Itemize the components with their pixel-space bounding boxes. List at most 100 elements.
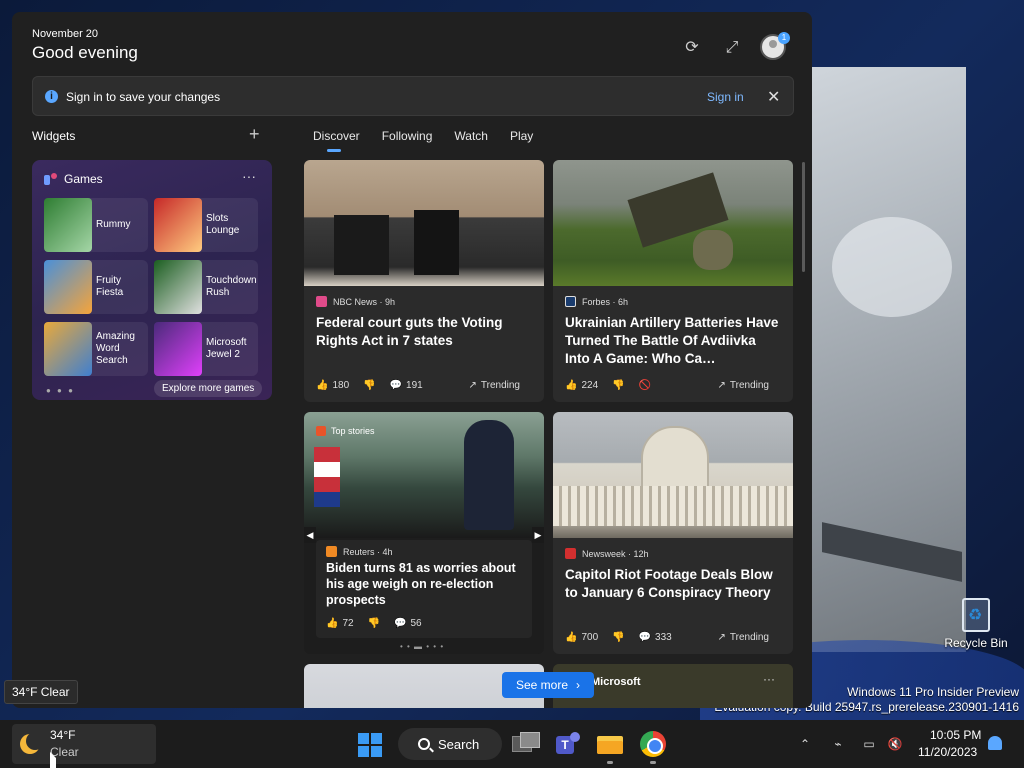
file-explorer-icon[interactable]: [594, 728, 626, 760]
more-options-icon[interactable]: ···: [763, 672, 775, 686]
recycle-bin-icon: [962, 598, 990, 632]
like-count: 180: [332, 380, 350, 391]
carousel-next-icon[interactable]: ▶: [532, 527, 544, 543]
see-more-label: See more: [515, 678, 569, 692]
tab-discover[interactable]: Discover: [313, 129, 360, 152]
carousel-dots: • • ▬ • • •: [400, 642, 445, 651]
search-label: Search: [438, 736, 480, 752]
weather-button[interactable]: 34°F Clear: [12, 724, 156, 768]
source-logo-icon: [316, 296, 327, 307]
windows-logo-icon: [371, 733, 382, 744]
news-actions: 👍 72 👎 💬 56: [326, 618, 526, 629]
like-button[interactable]: 👍 224: [565, 380, 598, 391]
running-indicator: [650, 761, 656, 764]
game-tile[interactable]: Amazing Word Search: [44, 322, 148, 376]
game-tile[interactable]: Microsoft Jewel 2: [154, 322, 258, 376]
comment-button[interactable]: 💬 56: [394, 618, 422, 629]
explore-games-button[interactable]: Explore more games: [154, 380, 263, 397]
trend-icon: ↗: [717, 632, 726, 643]
refresh-icon[interactable]: ⟳: [682, 38, 702, 58]
widgets-heading: Widgets: [32, 129, 76, 143]
game-name: Touchdown Rush: [206, 275, 257, 298]
clock-time[interactable]: 10:05 PM: [930, 728, 981, 742]
taskbar-search-button[interactable]: Search: [398, 728, 502, 760]
task-view-icon[interactable]: [510, 728, 542, 760]
comment-icon: 💬: [389, 380, 403, 391]
signin-banner: i Sign in to save your changes Sign in ✕: [32, 76, 794, 116]
news-card[interactable]: Forbes · 6h Ukrainian Artillery Batterie…: [553, 160, 793, 402]
see-more-button[interactable]: See more ›: [502, 672, 594, 698]
news-source: NBC News · 9h: [316, 296, 395, 307]
panel-date: November 20: [32, 28, 99, 40]
trending-label: Trending: [729, 632, 769, 643]
game-name: Fruity Fiesta: [96, 275, 124, 298]
source-logo-icon: [326, 546, 337, 557]
dislike-button[interactable]: 👎: [368, 618, 380, 629]
game-name: Amazing Word Search: [96, 331, 135, 366]
clock-date[interactable]: 11/20/2023: [918, 745, 977, 759]
dislike-button[interactable]: 👎: [612, 632, 624, 643]
desktop-wallpaper-photo: [812, 67, 966, 652]
source-label: Forbes · 6h: [582, 296, 629, 307]
news-headline: Ukrainian Artillery Batteries Have Turne…: [565, 315, 779, 366]
tab-following[interactable]: Following: [382, 129, 433, 143]
expand-icon[interactable]: ⤢: [722, 38, 742, 58]
comment-icon: 💬: [394, 618, 407, 629]
games-widget: Games ··· Rummy Slots Lounge Fruity Fies…: [32, 160, 272, 400]
comment-count: 191: [406, 380, 423, 391]
news-card[interactable]: NBC News · 9h Federal court guts the Vot…: [304, 160, 544, 402]
trending-badge: ↗ Trending: [718, 632, 770, 643]
tab-watch[interactable]: Watch: [454, 129, 488, 143]
weather-temperature: 34°F: [50, 728, 76, 742]
source-logo-icon: [565, 548, 576, 559]
signin-link[interactable]: Sign in: [707, 90, 744, 104]
add-widget-icon[interactable]: +: [249, 124, 260, 145]
panel-scrollbar[interactable]: [802, 162, 805, 272]
news-image: [304, 160, 544, 286]
trending-badge: ↗ Trending: [718, 380, 770, 391]
teams-icon[interactable]: [552, 728, 584, 760]
comment-count: 333: [655, 632, 672, 643]
moon-icon: [20, 732, 44, 754]
like-button[interactable]: 👍 180: [316, 380, 349, 391]
start-button[interactable]: [358, 733, 382, 757]
search-icon: [418, 738, 430, 750]
carousel-prev-icon[interactable]: ◀: [304, 527, 316, 543]
chevron-up-icon[interactable]: ⌃: [796, 735, 814, 753]
source-logo-icon: [565, 296, 576, 307]
display-icon[interactable]: ▭: [860, 735, 878, 753]
tab-play[interactable]: Play: [510, 129, 533, 143]
game-thumbnail: [44, 198, 92, 252]
thumbs-down-icon: 👎: [363, 380, 376, 391]
game-name: Microsoft Jewel 2: [206, 337, 247, 360]
comment-button[interactable]: 💬 191: [390, 380, 423, 391]
top-stories-label: Top stories: [316, 426, 375, 436]
like-count: 72: [342, 618, 354, 629]
dislike-button[interactable]: 👎: [363, 380, 375, 391]
game-tile[interactable]: Slots Lounge: [154, 198, 258, 252]
dislike-button[interactable]: 👎: [612, 380, 624, 391]
news-source: Newsweek · 12h: [565, 548, 649, 559]
trending-label: Trending: [480, 380, 520, 391]
game-name: Rummy: [96, 219, 131, 230]
notification-badge: 1: [778, 32, 790, 44]
network-off-icon[interactable]: ⌁: [829, 735, 847, 753]
game-tile[interactable]: Rummy: [44, 198, 148, 252]
panel-greeting: Good evening: [32, 43, 138, 62]
top-stories-card[interactable]: Top stories ◀ ▶ Reuters · 4h Biden turns…: [304, 412, 544, 654]
trending-badge: ↗ Trending: [469, 380, 521, 391]
game-tile[interactable]: Fruity Fiesta: [44, 260, 148, 314]
widgets-panel: November 20 Good evening ⟳ ⤢ 1 i Sign in…: [12, 12, 812, 708]
comment-button[interactable]: 💬 333: [639, 632, 672, 643]
game-tile[interactable]: Touchdown Rush: [154, 260, 258, 314]
like-button[interactable]: 👍 72: [326, 618, 354, 629]
news-card[interactable]: Newsweek · 12h Capitol Riot Footage Deal…: [553, 412, 793, 654]
like-button[interactable]: 👍 700: [565, 632, 598, 643]
volume-muted-icon[interactable]: 🔇: [886, 735, 904, 753]
close-icon[interactable]: ✕: [767, 87, 780, 107]
source-label: Newsweek · 12h: [582, 548, 649, 559]
more-options-icon[interactable]: ···: [242, 168, 256, 184]
chrome-icon[interactable]: [637, 728, 669, 760]
recycle-bin[interactable]: Recycle Bin: [944, 598, 1008, 650]
notification-bell-icon[interactable]: [988, 736, 1002, 750]
